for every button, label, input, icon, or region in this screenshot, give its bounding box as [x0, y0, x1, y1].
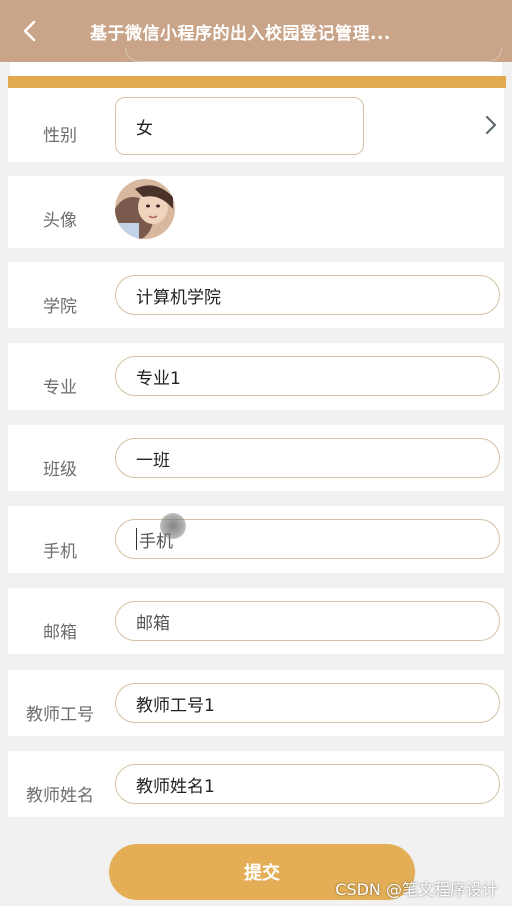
watermark: CSDN @笔文程序设计: [335, 880, 498, 899]
major-input[interactable]: 专业1: [115, 356, 500, 396]
major-label: 专业: [43, 378, 77, 398]
clipped-previous-row: [10, 48, 502, 76]
teacher-id-row: 教师工号 教师工号1: [8, 670, 504, 736]
accent-divider: [8, 76, 506, 88]
teacher-id-label: 教师工号: [26, 705, 94, 725]
college-input[interactable]: 计算机学院: [115, 275, 500, 315]
email-input[interactable]: 邮箱: [115, 601, 500, 641]
chevron-right-icon[interactable]: [484, 114, 498, 136]
class-input[interactable]: 一班: [115, 438, 500, 478]
text-cursor: [136, 528, 137, 550]
major-row: 专业 专业1: [8, 343, 504, 410]
page-title: 基于微信小程序的出入校园登记管理...: [90, 23, 391, 44]
chevron-left-icon: [23, 20, 36, 42]
teacher-name-input[interactable]: 教师姓名1: [115, 764, 500, 804]
teacher-id-input[interactable]: 教师工号1: [115, 683, 500, 723]
class-label: 班级: [43, 460, 77, 480]
avatar-row: 头像: [8, 176, 504, 248]
email-label: 邮箱: [43, 623, 77, 643]
phone-row: 手机 手机: [8, 506, 504, 573]
phone-label: 手机: [43, 542, 77, 562]
college-label: 学院: [43, 297, 77, 317]
email-row: 邮箱 邮箱: [8, 588, 504, 654]
touch-indicator: [160, 513, 186, 539]
class-row: 班级 一班: [8, 425, 504, 491]
gender-select[interactable]: 女: [115, 97, 364, 155]
avatar-label: 头像: [43, 211, 77, 231]
gender-row: 性别 女: [8, 88, 504, 162]
teacher-name-row: 教师姓名 教师姓名1: [8, 751, 504, 817]
avatar[interactable]: [115, 179, 175, 239]
gender-label: 性别: [43, 126, 77, 146]
college-row: 学院 计算机学院: [8, 262, 504, 328]
teacher-name-label: 教师姓名: [26, 786, 94, 806]
back-button[interactable]: [0, 0, 60, 62]
